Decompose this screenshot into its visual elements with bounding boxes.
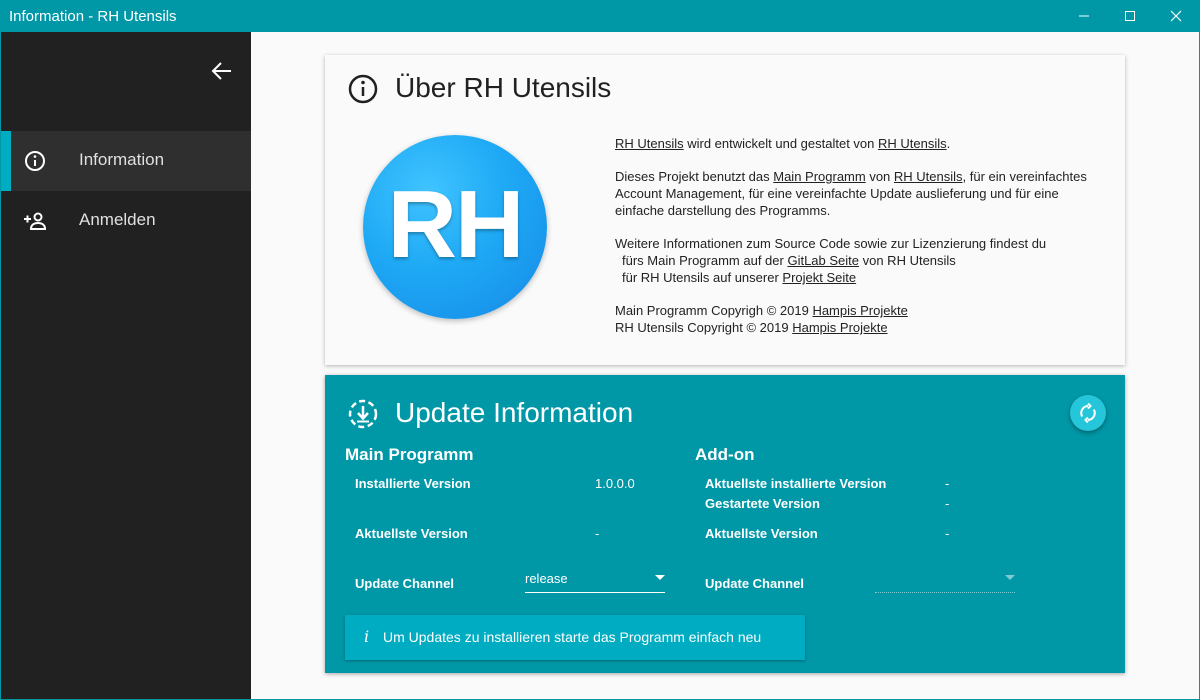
text: fürs Main Programm auf der <box>622 253 788 268</box>
update-channel-select[interactable]: release <box>525 567 665 593</box>
chevron-down-icon <box>655 575 665 580</box>
about-paragraph-3: Weitere Informationen zum Source Code so… <box>615 235 1095 286</box>
rh-utensils-link[interactable]: RH Utensils <box>615 136 684 151</box>
text: von <box>865 169 894 184</box>
chevron-down-icon <box>1005 575 1015 580</box>
text: Main Programm Copyrigh © 2019 <box>615 303 813 318</box>
sidebar: Information Anmelden <box>1 32 251 699</box>
update-title: Update Information <box>395 397 634 428</box>
about-card: Über RH Utensils RH RH Utensils wird ent… <box>325 55 1125 365</box>
minimize-icon <box>1079 15 1089 17</box>
refresh-button[interactable] <box>1070 395 1106 431</box>
main-programm-link[interactable]: Main Programm <box>773 169 865 184</box>
text: Weitere Informationen zum Source Code so… <box>615 236 1047 251</box>
about-paragraph-1: RH Utensils wird entwickelt und gestalte… <box>615 135 1095 152</box>
close-button[interactable] <box>1153 0 1199 32</box>
person-add-icon <box>24 212 47 230</box>
sidebar-item-label: Anmelden <box>79 210 156 229</box>
update-card: Update Information Main Programm Install… <box>325 375 1125 673</box>
info-icon <box>348 74 378 104</box>
text: von RH Utensils <box>859 253 956 268</box>
info-text: Um Updates zu installieren starte das Pr… <box>383 629 762 645</box>
about-text: RH Utensils wird entwickelt und gestalte… <box>615 135 1095 352</box>
addon-heading: Add-on <box>695 445 755 464</box>
active-indicator <box>1 131 11 191</box>
addon-latest-version-label: Aktuellste Version <box>705 526 818 541</box>
latest-version-label: Aktuellste Version <box>355 526 468 541</box>
title-bar: Information - RH Utensils <box>0 0 1200 32</box>
copyright: Main Programm Copyrigh © 2019 Hampis Pro… <box>615 302 1095 336</box>
hampis-projekte-link[interactable]: Hampis Projekte <box>792 320 887 335</box>
sidebar-item-anmelden[interactable]: Anmelden <box>1 191 251 251</box>
installed-version-label: Installierte Version <box>355 476 471 491</box>
latest-version-value: - <box>595 526 600 541</box>
maximize-icon <box>1125 11 1135 21</box>
info-bar: i Um Updates zu installieren starte das … <box>345 615 805 660</box>
sidebar-item-label: Information <box>79 150 165 169</box>
info-icon <box>25 151 45 171</box>
logo-text: RH <box>387 171 525 278</box>
addon-update-channel-label: Update Channel <box>705 576 804 591</box>
close-icon <box>1170 10 1182 22</box>
about-title: Über RH Utensils <box>395 72 612 103</box>
addon-update-channel-select[interactable] <box>875 567 1015 593</box>
download-circle-icon <box>348 399 378 429</box>
rh-utensils-link[interactable]: RH Utensils <box>878 136 947 151</box>
gitlab-link[interactable]: GitLab Seite <box>787 253 859 268</box>
text: . <box>946 136 951 151</box>
text: für RH Utensils auf unserer Projekt Seit… <box>615 270 856 285</box>
addon-started-version-value: - <box>945 496 950 511</box>
addon-installed-version-value: - <box>945 476 950 491</box>
addon-installed-version-label: Aktuellste installierte Version <box>705 476 887 491</box>
text: Dieses Projekt benutzt das <box>615 169 774 184</box>
main-programm-heading: Main Programm <box>345 445 474 464</box>
hampis-projekte-link[interactable]: Hampis Projekte <box>812 303 907 318</box>
text: RH Utensils Copyright © 2019 <box>615 320 793 335</box>
text: fürs Main Programm auf der GitLab Seite … <box>615 253 956 268</box>
back-button[interactable] <box>207 58 237 84</box>
update-channel-value: release <box>525 571 568 586</box>
window-title: Information - RH Utensils <box>9 8 177 25</box>
update-channel-label: Update Channel <box>355 576 454 591</box>
refresh-icon <box>1080 403 1096 423</box>
minimize-button[interactable] <box>1061 0 1107 32</box>
sidebar-item-information[interactable]: Information <box>1 131 251 191</box>
arrow-left-icon <box>211 62 231 80</box>
maximize-button[interactable] <box>1107 0 1153 32</box>
about-paragraph-2: Dieses Projekt benutzt das Main Programm… <box>615 168 1095 219</box>
rh-utensils-link[interactable]: RH Utensils <box>894 169 963 184</box>
app-logo: RH <box>363 135 547 319</box>
projekt-seite-link[interactable]: Projekt Seite <box>782 270 856 285</box>
text: für RH Utensils auf unserer <box>622 270 783 285</box>
addon-started-version-label: Gestartete Version <box>705 496 820 511</box>
installed-version-value: 1.0.0.0 <box>595 476 635 491</box>
info-icon: i <box>364 627 370 646</box>
text: wird entwickelt und gestaltet von <box>683 136 879 151</box>
addon-latest-version-value: - <box>945 526 950 541</box>
